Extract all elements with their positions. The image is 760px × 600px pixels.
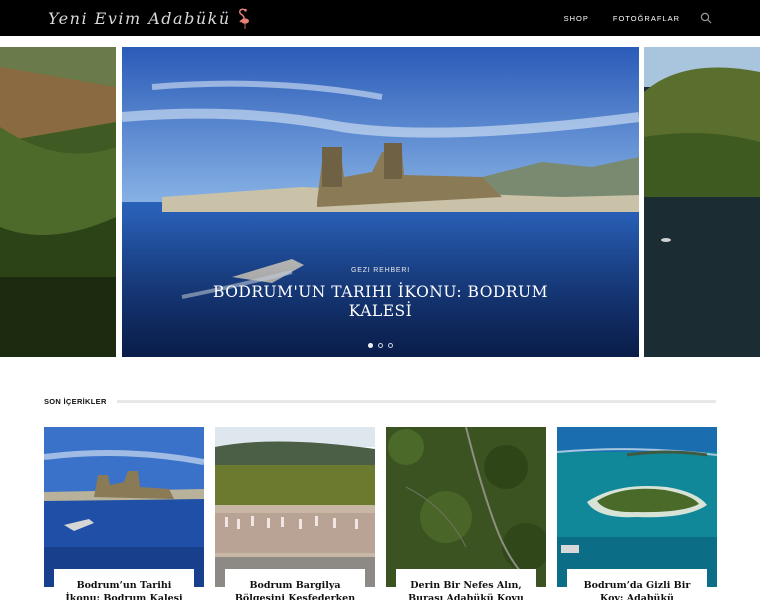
slider-dots — [122, 343, 639, 348]
search-icon[interactable] — [700, 12, 712, 24]
post-card[interactable]: Bodrum Bargilya Bölgesini Keşfederken Ku… — [215, 427, 375, 600]
post-card-caption: Bodrum’un Tarihi İkonu: Bodrum Kalesi — [54, 569, 194, 600]
flamingo-icon — [238, 8, 249, 29]
section-header: SON İÇERİKLER — [44, 394, 716, 408]
post-card-caption: Bodrum Bargilya Bölgesini Keşfederken Ku… — [225, 569, 365, 600]
post-card[interactable]: Bodrum’un Tarihi İkonu: Bodrum Kalesi — [44, 427, 204, 600]
post-title[interactable]: Bodrum’da Gizli Bir Koy: Adabükü — [573, 579, 701, 600]
slider-dot-2[interactable] — [378, 343, 383, 348]
post-card-caption: Bodrum’da Gizli Bir Koy: Adabükü — [567, 569, 707, 600]
nav-shop[interactable]: SHOP — [564, 14, 589, 23]
post-thumbnail[interactable] — [215, 427, 375, 587]
slider-dot-3[interactable] — [388, 343, 393, 348]
site-header: Yeni Evim Adabükü SHOP FOTOĞRAFLAR — [0, 0, 760, 36]
post-title[interactable]: Bodrum’un Tarihi İkonu: Bodrum Kalesi — [60, 579, 188, 600]
slide-category[interactable]: GEZI REHBERI — [122, 267, 639, 274]
post-card-caption: Derin Bir Nefes Alın, Burası Adabükü Koy… — [396, 569, 536, 600]
recent-posts: Bodrum’un Tarihi İkonu: Bodrum Kalesi Bo… — [44, 427, 717, 600]
slide-prev-image — [0, 47, 116, 357]
slide-prev[interactable] — [0, 47, 116, 357]
logo-text: Yeni Evim Adabükü — [48, 8, 231, 28]
featured-slider: GEZI REHBERI BODRUM'UN TARIHI İKONU: BOD… — [0, 47, 760, 357]
section-divider — [116, 399, 716, 403]
slider-dot-1[interactable] — [368, 343, 373, 348]
post-card[interactable]: Derin Bir Nefes Alın, Burası Adabükü Koy… — [386, 427, 546, 600]
nav-fotograflar[interactable]: FOTOĞRAFLAR — [613, 14, 680, 23]
post-title[interactable]: Bodrum Bargilya Bölgesini Keşfederken Ku… — [231, 579, 359, 600]
main-nav: SHOP FOTOĞRAFLAR — [540, 0, 712, 36]
post-thumbnail[interactable] — [557, 427, 717, 587]
section-title: SON İÇERİKLER — [44, 396, 107, 406]
slide-current[interactable]: GEZI REHBERI BODRUM'UN TARIHI İKONU: BOD… — [122, 47, 639, 357]
post-title[interactable]: Derin Bir Nefes Alın, Burası Adabükü Koy… — [402, 579, 530, 600]
post-thumbnail[interactable] — [44, 427, 204, 587]
site-logo[interactable]: Yeni Evim Adabükü — [48, 6, 253, 30]
slide-title[interactable]: BODRUM'UN TARIHI İKONU: BODRUM KALESİ — [212, 283, 549, 321]
slide-next-image — [644, 47, 760, 357]
post-thumbnail[interactable] — [386, 427, 546, 587]
slide-next[interactable] — [644, 47, 760, 357]
post-card[interactable]: Bodrum’da Gizli Bir Koy: Adabükü — [557, 427, 717, 600]
